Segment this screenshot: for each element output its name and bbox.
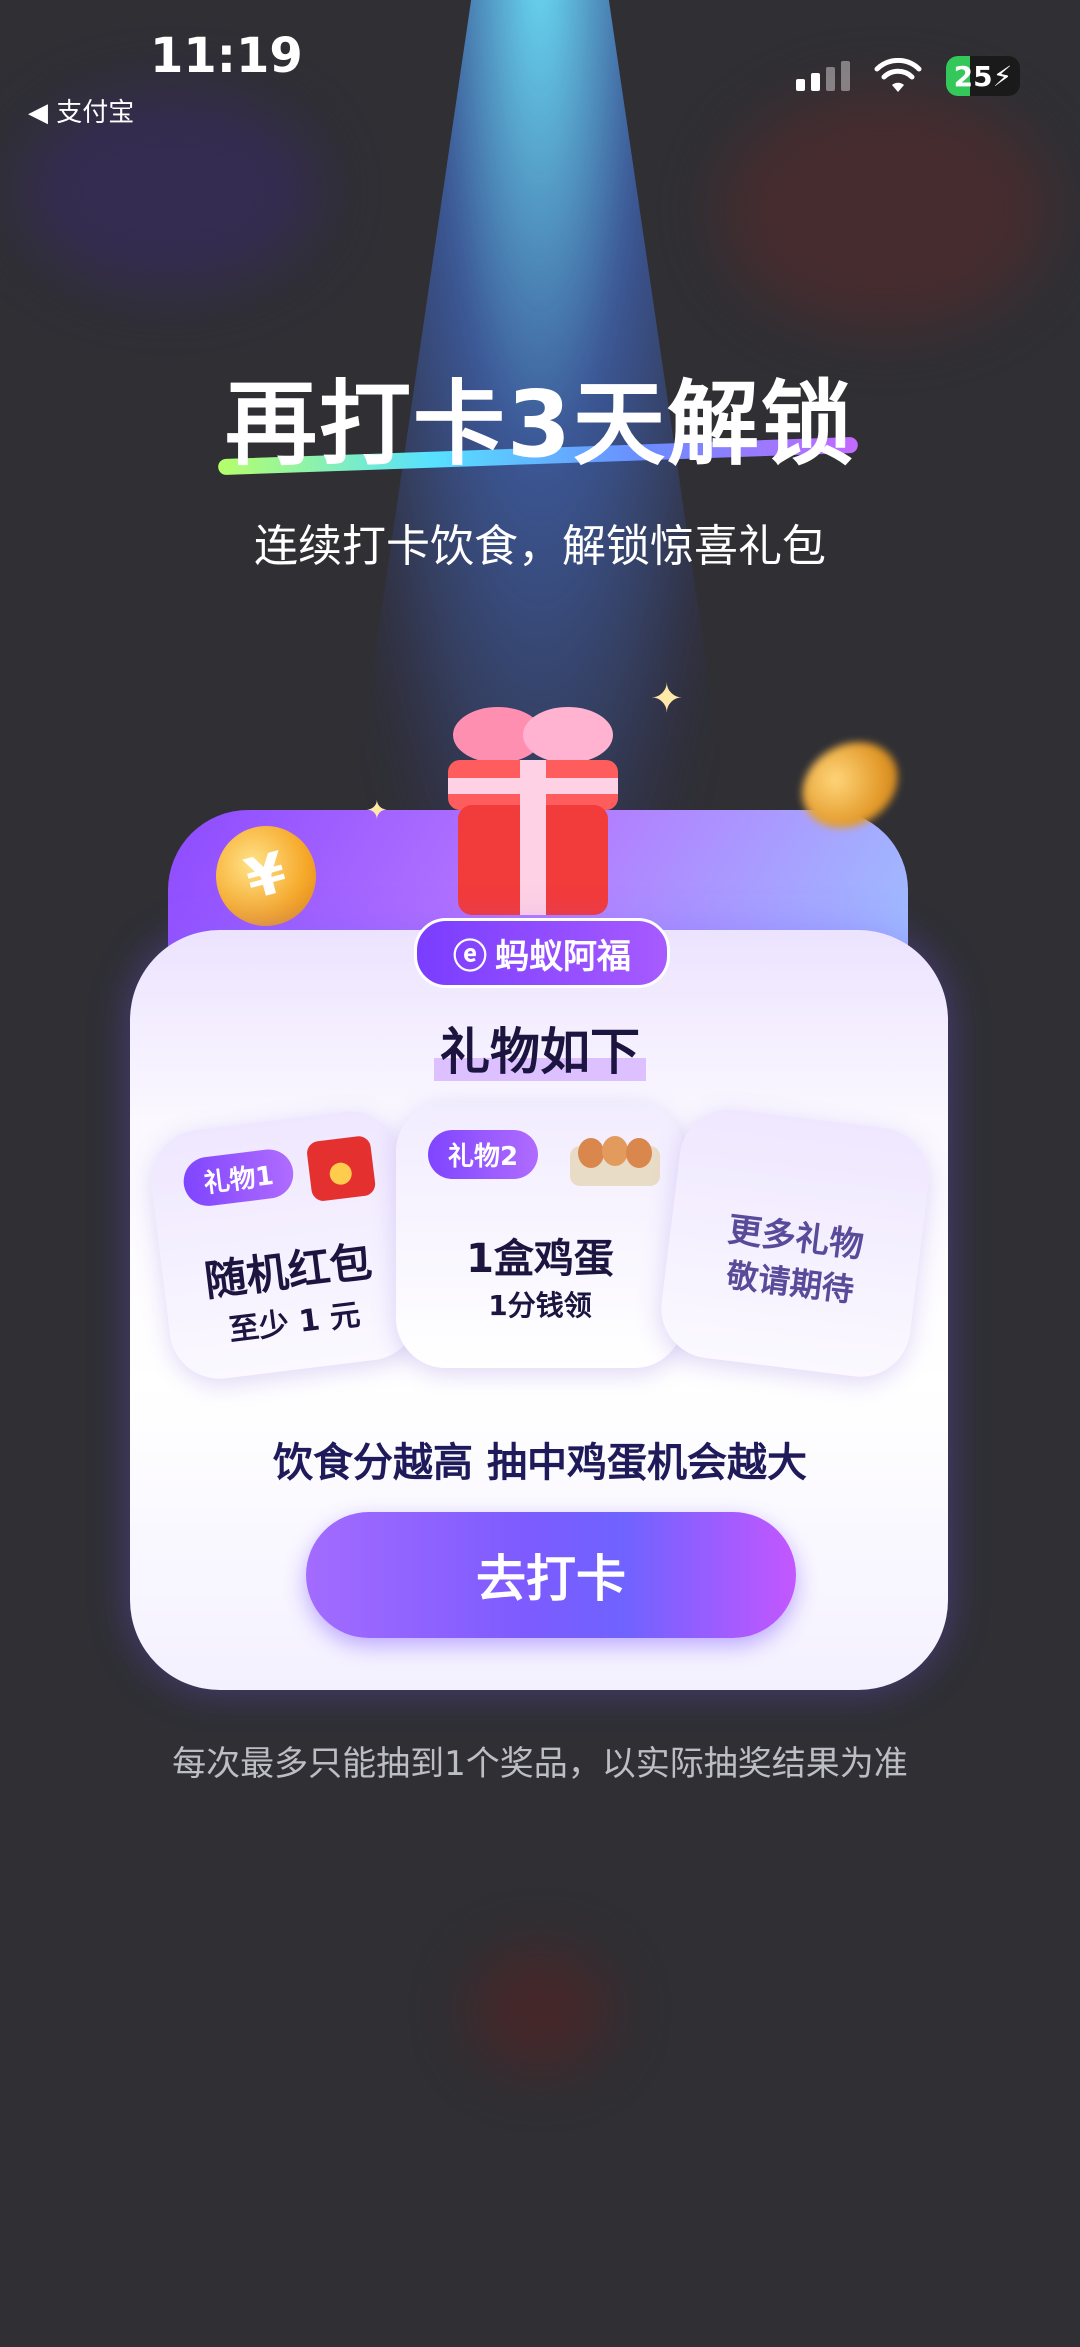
back-to-alipay-link[interactable]: ◀ 支付宝 [28,92,134,129]
gift-card-red-packet: 礼物1 随机红包 至少 1 元 [145,1105,425,1385]
lottery-footnote: 每次最多只能抽到1个奖品，以实际抽奖结果为准 [172,1744,908,1784]
lottery-hint: 饮食分越高 抽中鸡蛋机会越大 [273,1440,807,1486]
brand-name: 蚂蚁阿福 [495,936,631,977]
background-blob [470,1950,610,2070]
gift-card-more: 更多礼物 敬请期待 [655,1103,935,1383]
egg-carton-icon [570,1126,660,1196]
gift-card-eggs: 礼物2 1盒鸡蛋 1分钱领 [396,1102,684,1368]
wifi-icon [874,58,922,92]
background-blob [720,90,1050,330]
check-in-button[interactable]: 去打卡 [306,1512,796,1638]
brand-logo-icon: ⓔ [453,936,487,977]
unlock-headline: 再打卡3天解锁 [224,371,855,478]
battery-indicator: 25 ⚡ [946,56,1020,96]
status-icons: 25 ⚡ [796,56,1020,96]
brand-tag: ⓔ 蚂蚁阿福 [414,918,670,988]
red-packet-icon [305,1134,377,1203]
sparkle-icon: ✦ [366,796,388,826]
gift-detail: 1分钱领 [488,1289,592,1322]
unlock-subtitle: 连续打卡饮食，解锁惊喜礼包 [254,521,826,572]
gifts-title: 礼物如下 [0,1012,1080,1084]
gift-box-icon [448,707,618,915]
cellular-signal-icon [796,61,850,91]
gift-tag: 礼物1 [180,1146,297,1209]
gift-tag: 礼物2 [428,1130,539,1179]
gift-title: 1盒鸡蛋 [466,1236,614,1282]
status-time: 11:19 [150,28,303,84]
